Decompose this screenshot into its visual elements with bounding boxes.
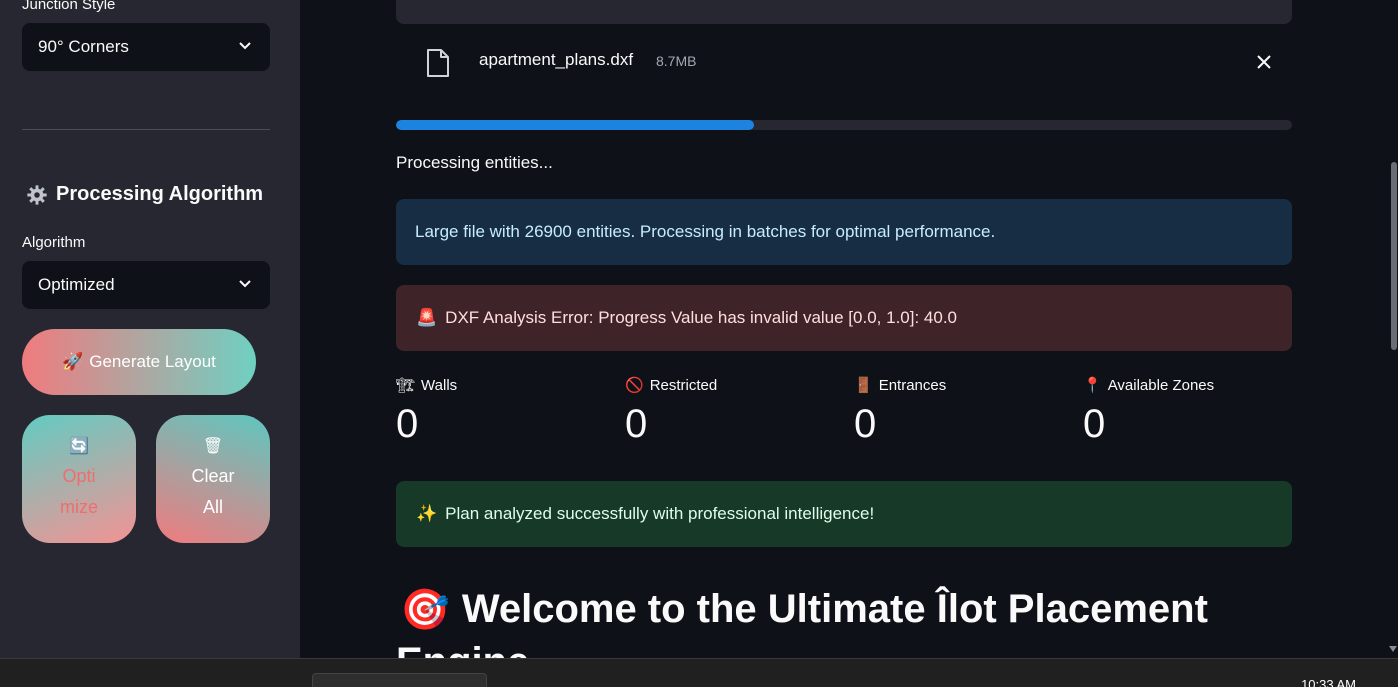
- metric-label-text: Walls: [421, 376, 458, 394]
- file-uploader-dropzone[interactable]: [396, 0, 1292, 24]
- taskbar: 10:33 AM: [0, 658, 1398, 687]
- clear-label-line2: All: [202, 497, 223, 517]
- metric-label: 🏗 Walls: [396, 376, 616, 394]
- optimize-button[interactable]: 🔄 Opti mize: [22, 415, 136, 543]
- metric-label-text: Entrances: [878, 376, 947, 394]
- metric-walls: 🏗 Walls 0: [396, 376, 616, 447]
- pin-icon: 📍: [1083, 376, 1102, 394]
- metric-label: 🚪 Entrances: [854, 376, 1074, 394]
- clear-all-button[interactable]: 🗑 Clear All: [156, 415, 270, 543]
- metric-available-zones: 📍 Available Zones 0: [1083, 376, 1303, 447]
- metric-restricted: 🚫 Restricted 0: [625, 376, 845, 447]
- trash-icon: 🗑: [202, 436, 224, 455]
- metric-label-text: Available Zones: [1107, 376, 1215, 394]
- sidebar: Junction Style 90° Corners Processing Al…: [0, 0, 300, 658]
- success-alert-text: Plan analyzed successfully with professi…: [445, 504, 875, 523]
- junction-style-select[interactable]: 90° Corners: [22, 23, 270, 71]
- sidebar-divider: [22, 129, 270, 130]
- chevron-down-icon: [239, 42, 251, 50]
- scrollbar[interactable]: [1389, 0, 1398, 658]
- info-alert: Large file with 26900 entities. Processi…: [396, 199, 1292, 265]
- sparkles-icon: ✨: [416, 504, 438, 524]
- metric-label: 📍 Available Zones: [1083, 376, 1303, 394]
- gear-icon: [27, 184, 47, 205]
- uploaded-file-row: apartment_plans.dxf 8.7MB: [396, 40, 1292, 84]
- algorithm-value: Optimized: [38, 275, 115, 294]
- optimize-label-line1: Opti: [62, 466, 96, 486]
- section-title-text: Processing Algorithm: [56, 183, 264, 205]
- close-icon[interactable]: [1256, 54, 1272, 70]
- welcome-heading-text: Welcome to the Ultimate Îlot Placement: [461, 587, 1208, 631]
- junction-style-value: 90° Corners: [38, 37, 129, 56]
- junction-style-label: Junction Style: [22, 0, 116, 13]
- algorithm-select[interactable]: Optimized: [22, 261, 270, 309]
- file-icon: [427, 49, 449, 77]
- success-alert: ✨ Plan analyzed successfully with profes…: [396, 481, 1292, 547]
- main-content: apartment_plans.dxf 8.7MB Processing ent…: [300, 0, 1398, 658]
- metric-value: 0: [854, 402, 877, 446]
- refresh-icon: 🔄: [69, 436, 89, 455]
- file-size: 8.7MB: [656, 53, 697, 69]
- prohibited-icon: 🚫: [625, 376, 644, 394]
- error-alert-text: DXF Analysis Error: Progress Value has i…: [445, 308, 957, 327]
- progress-bar-fill: [396, 120, 755, 130]
- scrollbar-thumb[interactable]: [1391, 162, 1397, 350]
- processing-algorithm-heading: Processing Algorithm: [26, 183, 263, 206]
- generate-layout-label: Generate Layout: [89, 352, 216, 371]
- metric-value: 0: [625, 402, 648, 446]
- siren-icon: 🚨: [416, 308, 438, 328]
- chevron-down-icon: [239, 280, 251, 288]
- generate-layout-button[interactable]: 🚀 Generate Layout: [22, 329, 256, 395]
- welcome-heading: 🎯 Welcome to the Ultimate Îlot Placement: [400, 586, 1208, 633]
- construction-icon: 🏗: [396, 376, 416, 394]
- welcome-heading-continued: Engine: [396, 640, 529, 658]
- error-alert: 🚨 DXF Analysis Error: Progress Value has…: [396, 285, 1292, 351]
- taskbar-clock: 10:33 AM: [1301, 677, 1356, 687]
- optimize-label-line2: mize: [59, 497, 98, 517]
- processing-status-text: Processing entities...: [396, 153, 553, 172]
- rocket-icon: 🚀: [62, 352, 84, 372]
- target-icon: 🎯: [400, 587, 450, 633]
- metric-label-text: Restricted: [649, 376, 718, 394]
- algorithm-label: Algorithm: [22, 234, 86, 251]
- info-alert-text: Large file with 26900 entities. Processi…: [415, 222, 996, 241]
- clear-label-line1: Clear: [191, 466, 235, 486]
- door-icon: 🚪: [854, 376, 873, 394]
- taskbar-app-item[interactable]: [312, 673, 487, 687]
- file-name: apartment_plans.dxf: [479, 50, 634, 69]
- progress-bar: [396, 120, 1292, 130]
- metric-value: 0: [396, 402, 419, 446]
- metric-entrances: 🚪 Entrances 0: [854, 376, 1074, 447]
- metric-label: 🚫 Restricted: [625, 376, 845, 394]
- scroll-down-arrow-icon[interactable]: [1389, 646, 1397, 652]
- metric-value: 0: [1083, 402, 1106, 446]
